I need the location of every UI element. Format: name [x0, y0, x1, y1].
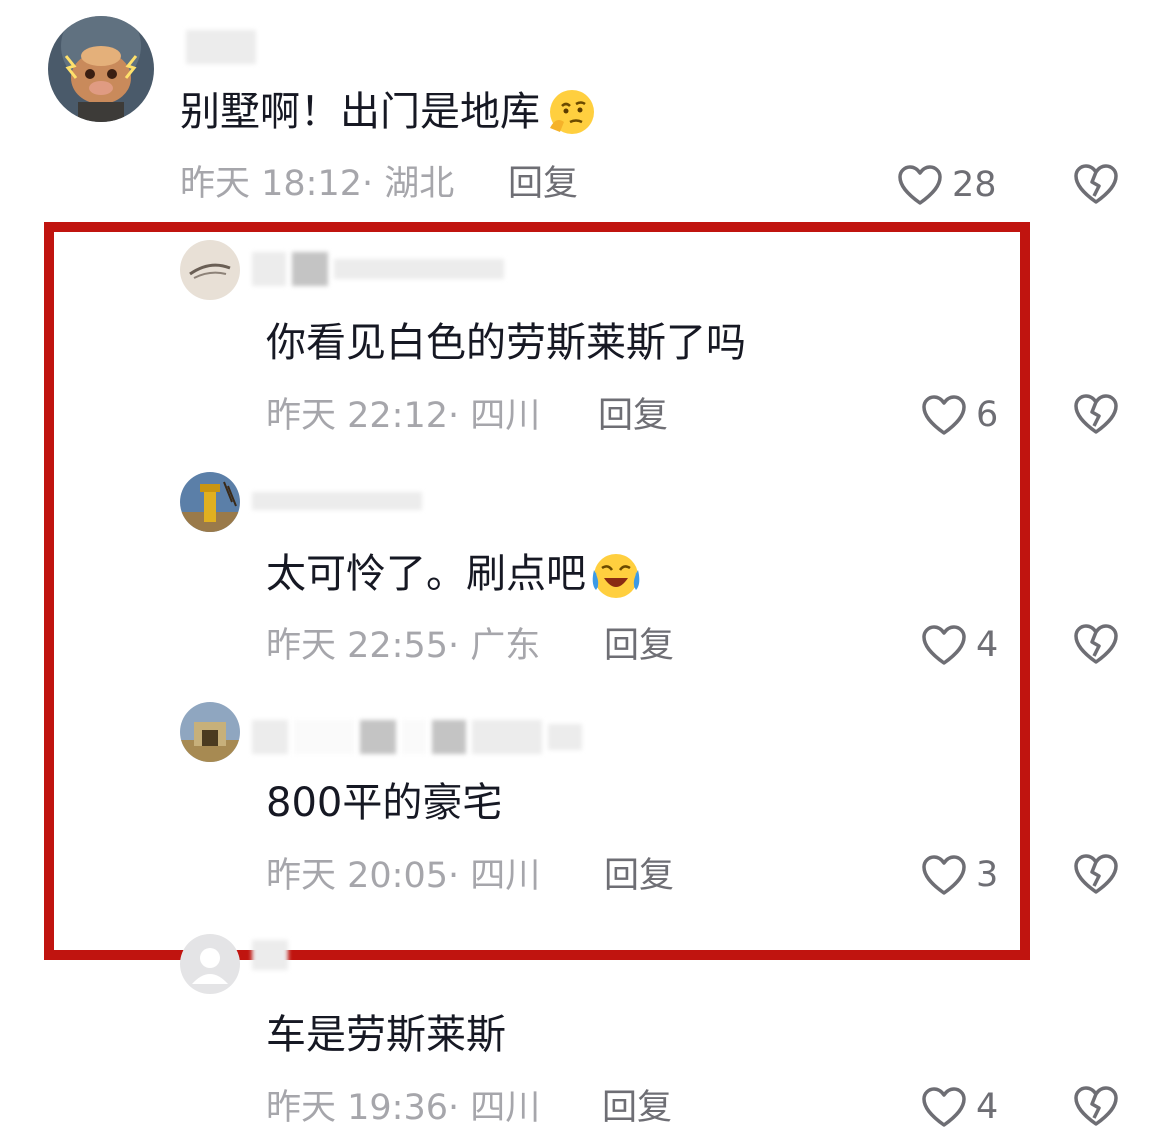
building-avatar-icon	[180, 702, 240, 762]
heart-icon	[922, 1087, 966, 1127]
heart-icon	[922, 395, 966, 435]
avatar[interactable]	[48, 16, 154, 122]
like-count: 4	[976, 625, 999, 665]
comment-meta: 昨天 20:05· 四川	[266, 856, 541, 896]
like-button[interactable]: 28	[896, 160, 997, 210]
avatar[interactable]	[180, 702, 240, 762]
default-user-avatar-icon	[180, 934, 240, 994]
comment-meta: 昨天 18:12· 湖北	[180, 164, 455, 204]
heart-icon	[898, 165, 942, 205]
username-redacted	[252, 720, 582, 754]
broken-heart-icon[interactable]	[1072, 620, 1120, 668]
comment-text: 别墅啊！出门是地库	[180, 86, 596, 138]
comment-text: 车是劳斯莱斯	[266, 1012, 506, 1058]
avatar[interactable]	[180, 934, 240, 994]
comment-text: 太可怜了。刷点吧	[266, 548, 642, 600]
comment-text: 你看见白色的劳斯莱斯了吗	[266, 320, 746, 366]
heart-icon	[922, 855, 966, 895]
username-redacted	[186, 30, 256, 64]
avatar[interactable]	[180, 472, 240, 532]
comment-meta: 昨天 22:12· 四川	[266, 396, 541, 436]
username-redacted	[252, 252, 504, 286]
broken-heart-icon[interactable]	[1072, 160, 1120, 208]
like-button[interactable]: 6	[920, 390, 998, 440]
crying-laughing-emoji-icon	[592, 554, 640, 598]
reply-button[interactable]: 回复	[598, 394, 668, 438]
like-button[interactable]: 4	[920, 620, 998, 670]
like-count: 3	[976, 855, 999, 895]
avatar[interactable]	[180, 240, 240, 300]
heart-icon	[922, 625, 966, 665]
like-count: 6	[976, 395, 999, 435]
reply-button[interactable]: 回复	[508, 162, 578, 206]
comment-meta: 昨天 22:55· 广东	[266, 626, 541, 666]
sketch-avatar-icon	[180, 240, 240, 300]
username-redacted	[252, 938, 288, 972]
username-redacted	[252, 484, 422, 518]
water-tower-avatar-icon	[180, 472, 240, 532]
comment-list: 别墅啊！出门是地库 昨天 18:12· 湖北 回复 28 你看见白色的劳斯莱斯了…	[0, 0, 1170, 1134]
broken-heart-icon[interactable]	[1072, 1082, 1120, 1130]
reply-button[interactable]: 回复	[602, 1086, 672, 1130]
broken-heart-icon[interactable]	[1072, 390, 1120, 438]
comment-text: 800平的豪宅	[266, 780, 503, 826]
reply-button[interactable]: 回复	[604, 854, 674, 898]
reply-button[interactable]: 回复	[604, 624, 674, 668]
like-button[interactable]: 3	[920, 850, 998, 900]
like-button[interactable]: 4	[920, 1082, 998, 1132]
comment-meta: 昨天 19:36· 四川	[266, 1088, 541, 1128]
broken-heart-icon[interactable]	[1072, 850, 1120, 898]
like-count: 28	[952, 165, 997, 205]
thinking-emoji-icon	[550, 90, 594, 134]
like-count: 4	[976, 1087, 999, 1127]
cartoon-boar-avatar-icon	[48, 16, 154, 122]
